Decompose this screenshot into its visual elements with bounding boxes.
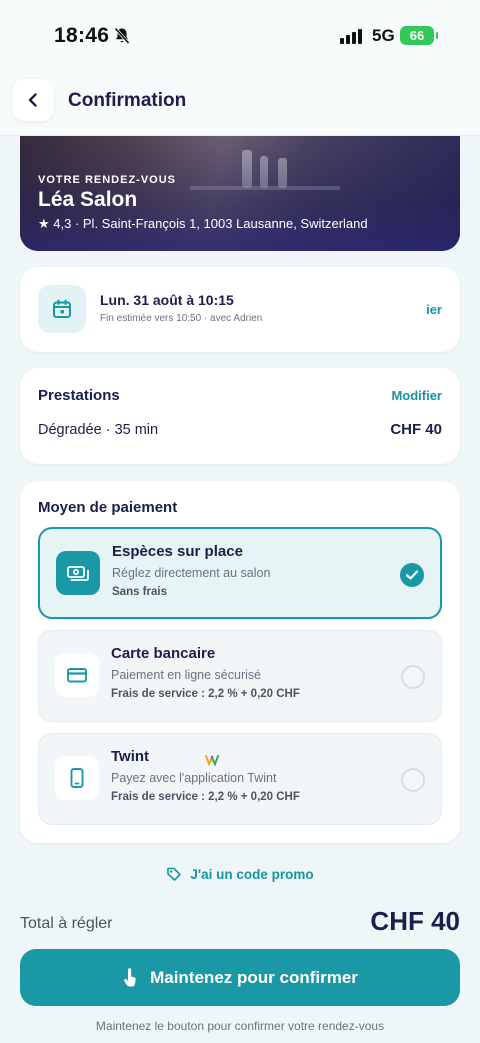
status-time: 18:46 — [54, 24, 110, 47]
radio-unselected[interactable] — [401, 665, 425, 689]
signal-icon — [340, 29, 362, 44]
salon-name: Léa Salon — [38, 188, 138, 211]
network-label: 5G — [372, 26, 395, 45]
payment-option-cash[interactable]: Espèces sur place Réglez directement au … — [38, 527, 442, 619]
top-app-bar: Confirmation — [0, 72, 480, 136]
appointment-kicker: VOTRE RENDEZ-VOUS — [38, 174, 177, 186]
page-title: Confirmation — [68, 90, 187, 111]
battery-charging-icon: 66 — [400, 26, 438, 45]
payment-title: Moyen de paiement — [38, 499, 178, 516]
payment-option-twint[interactable]: Twint Payez avec l'application Twint Fra… — [38, 733, 442, 825]
total-label: Total à régler — [20, 915, 113, 932]
status-bar: 18:46 5G 66 — [0, 0, 480, 72]
hold-to-confirm-button[interactable]: Maintenez pour confirmer — [20, 949, 460, 1006]
payment-option-fee: Frais de service : 2,2 % + 0,20 CHF — [111, 688, 300, 700]
salon-address: ★ 4,3 · Pl. Saint-François 1, 1003 Lausa… — [38, 216, 368, 231]
calendar-icon — [38, 285, 86, 333]
payment-option-title: Espèces sur place — [112, 543, 243, 560]
payment-option-title: Carte bancaire — [111, 645, 216, 662]
smartphone-icon — [55, 756, 99, 800]
modify-date-link[interactable]: ier — [426, 302, 442, 317]
payment-method-card: Moyen de paiement Espèces sur place Régl… — [20, 481, 460, 843]
cash-icon — [56, 551, 100, 595]
back-button[interactable] — [12, 79, 54, 121]
radio-selected[interactable] — [400, 563, 424, 587]
confirm-hint: Maintenez le bouton pour confirmer votre… — [95, 1019, 385, 1033]
tag-icon — [167, 867, 182, 881]
confirm-button-label: Maintenez pour confirmer — [150, 967, 358, 987]
check-icon — [405, 570, 419, 580]
payment-option-desc: Paiement en ligne sécurisé — [111, 668, 262, 682]
payment-option-fee: Sans frais — [112, 586, 167, 598]
payment-option-fee: Frais de service : 2,2 % + 0,20 CHF — [111, 791, 300, 803]
payment-option-card[interactable]: Carte bancaire Paiement en ligne sécuris… — [38, 630, 442, 722]
payment-option-desc: Réglez directement au salon — [112, 566, 271, 580]
service-name: Dégradée · 35 min — [38, 422, 159, 438]
appointment-date-card[interactable]: Lun. 31 août à 10:15 Fin estimée vers 10… — [20, 267, 460, 352]
credit-card-icon — [55, 653, 99, 697]
service-price: CHF 40 — [390, 421, 442, 438]
appointment-date: Lun. 31 août à 10:15 — [100, 292, 234, 308]
salon-hero: VOTRE RENDEZ-VOUS Léa Salon ★ 4,3 · Pl. … — [20, 136, 460, 251]
bell-slash-icon — [114, 27, 130, 50]
battery-level: 66 — [409, 28, 425, 43]
promo-code-label: J'ai un code promo — [190, 866, 314, 882]
promo-code-link[interactable]: J'ai un code promo — [0, 866, 480, 882]
payment-option-title: Twint — [111, 748, 150, 765]
radio-unselected[interactable] — [401, 768, 425, 792]
services-title: Prestations — [38, 387, 120, 404]
payment-option-desc: Payez avec l'application Twint — [111, 771, 277, 785]
modify-services-link[interactable]: Modifier — [391, 388, 442, 403]
total-value: CHF 40 — [370, 906, 460, 936]
hand-pointer-icon — [124, 967, 136, 987]
chevron-left-icon — [28, 93, 37, 107]
services-card: Prestations Modifier Dégradée · 35 min C… — [20, 368, 460, 464]
appointment-details: Fin estimée vers 10:50 · avec Adrien — [100, 313, 263, 324]
twint-logo-icon — [205, 753, 219, 771]
